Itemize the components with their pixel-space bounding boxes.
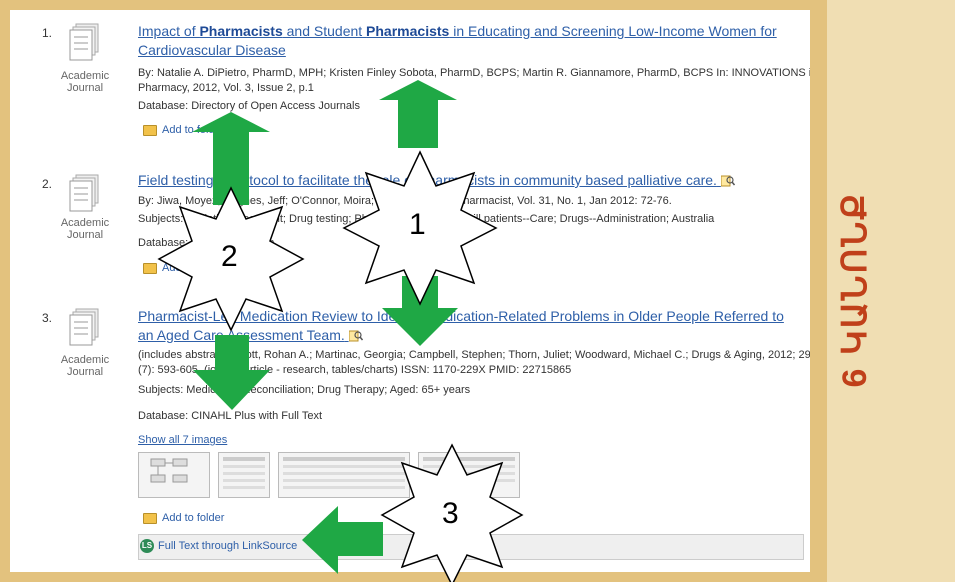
result-number: 3.: [42, 311, 53, 325]
result-database: Database: CINAHL Plus with Full Text: [138, 410, 323, 422]
result-database: Database: Health Collection: [138, 237, 275, 249]
image-thumbnail[interactable]: [278, 452, 410, 498]
callout-number: 1: [409, 208, 426, 241]
result-type: Academic Journal: [60, 354, 110, 378]
journal-icon: [69, 174, 99, 212]
journal-icon: [69, 308, 99, 346]
result-database: Database: Directory of Open Access Journ…: [138, 100, 360, 112]
folder-icon: [143, 124, 157, 136]
linksource-full-text-link[interactable]: LS Full Text through LinkSource: [140, 537, 297, 555]
result-title-link[interactable]: Pharmacist-Led Medication Review to Iden…: [138, 307, 798, 345]
callout-number: 2: [221, 240, 238, 273]
result-source: (7): 593-605. (journal article - researc…: [138, 364, 572, 376]
result-type: Academic Journal: [60, 70, 110, 94]
result-authors: By: Natalie A. DiPietro, PharmD, MPH; Kr…: [138, 67, 810, 79]
preview-magnifier-icon[interactable]: [720, 175, 735, 187]
add-to-folder-button[interactable]: Add to folder: [143, 124, 224, 136]
add-to-folder-button[interactable]: Add to folder: [143, 262, 224, 274]
show-all-images-link[interactable]: Show all 7 images: [138, 434, 227, 446]
image-thumbnail[interactable]: [218, 452, 270, 498]
result-title-link[interactable]: Field testing a protocol to facilitate t…: [138, 171, 735, 190]
folder-icon: [143, 262, 157, 274]
linksource-logo-icon: LS: [140, 539, 154, 553]
image-thumbnail[interactable]: [138, 452, 210, 498]
result-title-link[interactable]: Impact of Pharmacists and Student Pharma…: [138, 22, 788, 60]
add-to-folder-button[interactable]: Add to folder: [143, 512, 224, 524]
result-subjects: Subjects: Palliative Treatment; Drug tes…: [138, 213, 715, 225]
folder-icon: [143, 512, 157, 524]
result-source: Pharmacy, 2012, Vol. 3, Issue 2, p.1: [138, 82, 314, 94]
side-caption: 6 ԿԱՆՈՆՔ: [836, 192, 874, 388]
result-authors: (includes abstract) Elliott, Rohan A.; M…: [138, 349, 810, 361]
result-subjects: Subjects: Medication Reconciliation; Dru…: [138, 384, 471, 396]
callout-number: 3: [442, 497, 459, 530]
results-list: 1. Academic Journal Impact of Pharmacist…: [10, 10, 810, 572]
result-type: Academic Journal: [60, 217, 110, 241]
journal-icon: [69, 23, 99, 61]
preview-magnifier-icon[interactable]: [348, 330, 363, 342]
result-number: 1.: [42, 26, 53, 40]
image-thumbnail[interactable]: [418, 452, 520, 498]
result-number: 2.: [42, 177, 53, 191]
result-authors: By: Jiwa, Moyez; Hughes, Jeff; O'Connor,…: [138, 195, 672, 207]
